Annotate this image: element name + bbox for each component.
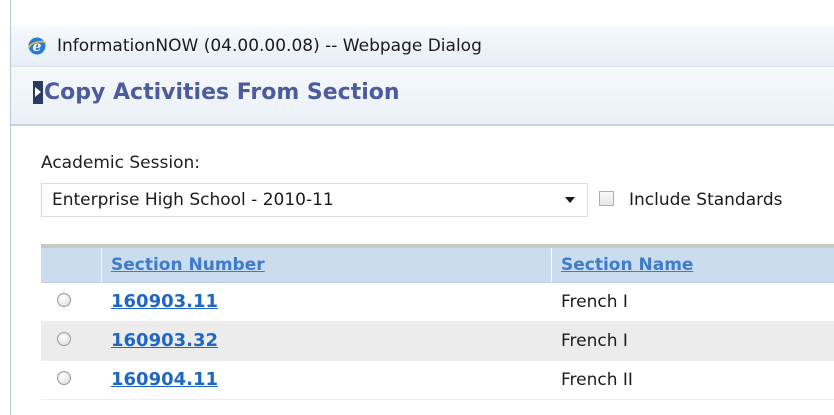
section-name: French I: [561, 331, 628, 351]
grid-header-row: Section Number Section Name: [41, 248, 834, 283]
panel-marker-icon: [33, 81, 43, 104]
section-name: French II: [561, 370, 633, 390]
include-standards-checkbox[interactable]: [599, 191, 614, 206]
section-number-link[interactable]: 160903.32: [111, 330, 218, 351]
section-name: French I: [561, 292, 628, 312]
background-edge: [0, 0, 10, 415]
academic-session-label: Academic Session:: [41, 153, 200, 173]
academic-session-value: Enterprise High School - 2010-11: [52, 190, 334, 210]
row-radio[interactable]: [57, 332, 71, 346]
row-radio[interactable]: [57, 371, 71, 385]
include-standards-label[interactable]: Include Standards: [629, 190, 782, 210]
section-number-link[interactable]: 160904.11: [111, 369, 218, 390]
column-divider: [101, 248, 102, 282]
panel-title: Copy Activities From Section: [44, 80, 400, 105]
column-header-section-number[interactable]: Section Number: [111, 248, 265, 282]
internet-explorer-icon: e: [27, 36, 47, 56]
webpage-dialog: e InformationNOW (04.00.00.08) -- Webpag…: [10, 0, 834, 415]
table-row: 160903.11 French I: [41, 283, 834, 322]
column-header-section-name[interactable]: Section Name: [561, 248, 693, 282]
row-radio[interactable]: [57, 293, 71, 307]
table-row: 160903.32 French I: [41, 322, 834, 361]
sections-grid: Section Number Section Name 160903.11 Fr…: [41, 244, 834, 400]
table-row: 160904.11 French II: [41, 361, 834, 400]
dialog-titlebar: e InformationNOW (04.00.00.08) -- Webpag…: [11, 26, 834, 67]
academic-session-select[interactable]: Enterprise High School - 2010-11: [41, 183, 588, 217]
section-number-link[interactable]: 160903.11: [111, 291, 218, 312]
panel-header: Copy Activities From Section: [11, 68, 834, 126]
chevron-down-icon[interactable]: [565, 197, 575, 203]
column-divider: [551, 248, 552, 282]
dialog-title: InformationNOW (04.00.00.08) -- Webpage …: [57, 36, 482, 56]
